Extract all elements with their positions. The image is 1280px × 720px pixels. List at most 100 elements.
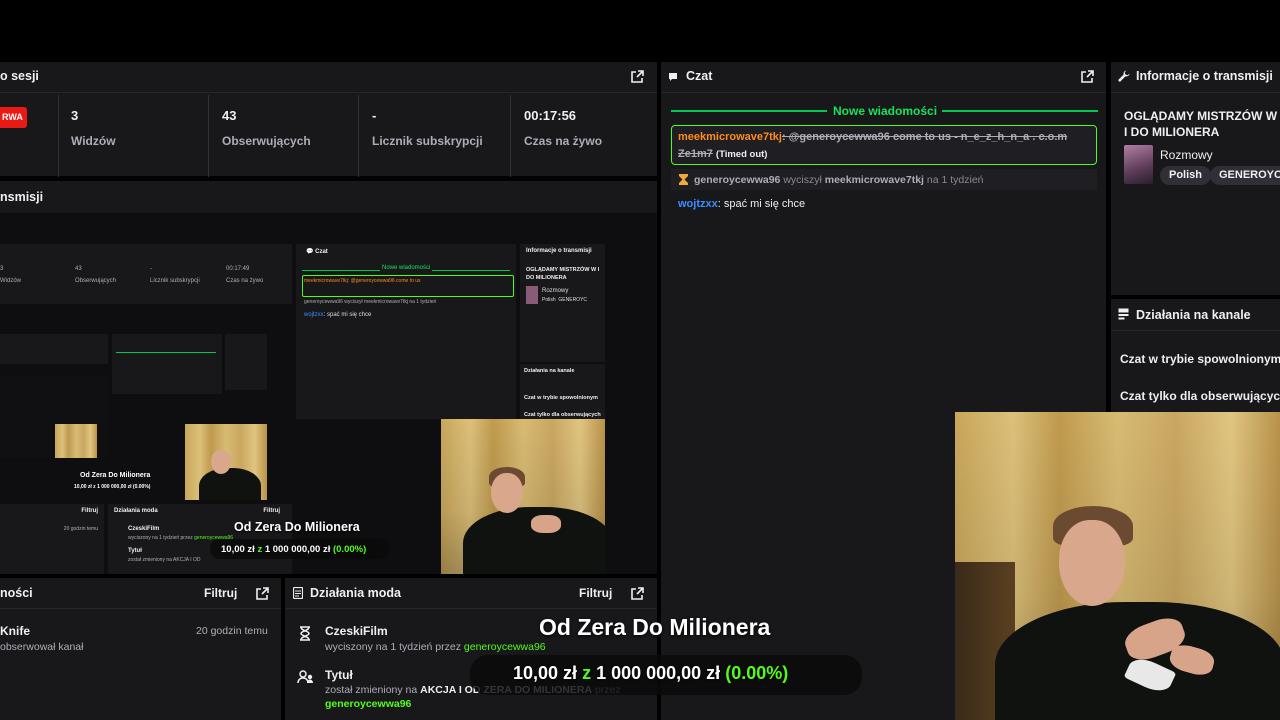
chat-message-text: : @generoycewwa96 come to us - n_e_z_h_n… [781,131,1068,143]
divider [208,95,209,177]
nested-chat-panel: 💬 Czat Nowe wiadomości meekmicrowave7tkj… [296,244,516,419]
nested2-stats [0,334,108,364]
nested-mod-line: generoycewwa96 wyciszył meekmicrowave7tk… [304,299,437,305]
channel-action-item[interactable]: Czat w trybie spowolnionym [1120,352,1280,366]
notifications-panel-title: ności [0,586,33,600]
divider [0,608,281,609]
nested-webcam-small [185,424,267,500]
nested-tags: Polish GENEROYC [542,297,588,303]
nested-preview-video: Od Zera Do Milionera 10,00 zł z 1 000 00… [0,334,292,500]
chat-username[interactable]: wojtzxx [678,198,718,210]
category-name[interactable]: Rozmowy [1160,148,1213,162]
goal-percent: (0.00%) [725,663,789,683]
filter-button[interactable]: Filtruj [204,586,237,600]
session-panel-title: o sesji [0,69,39,83]
stat-label: Obserwujących [222,134,311,148]
stat-label: Widzów [71,134,116,148]
notification-time: 20 godzin temu [196,625,268,637]
new-messages-line [671,110,827,112]
nested2-overlay-amount: 10,00 zł z 1 000 000,00 zł (0.00%) [74,484,151,490]
nested-info-title: Informacje o transmisji [526,248,592,254]
nested2-webcam [55,424,97,458]
mod-item-by[interactable]: generoycewwa96 [325,698,411,710]
mod-item-name: Tytuł [325,668,353,682]
nested-stream-title: OGLĄDAMY MISTRZÓW W I DO MILIONERA [526,267,600,281]
mod-item-desc-text: został zmieniony na [325,684,418,696]
channel-actions-title: Działania na kanale [1136,308,1251,322]
nested-timed-text: meekmicrowave7tkj: @generoycewwa96 come … [304,278,421,284]
preview-video[interactable]: 3 Widzów 43 Obserwujących - Licznik subskry… [0,244,605,574]
popout-icon[interactable] [631,70,644,83]
divider [58,95,59,177]
divider [285,608,657,609]
nested-channel-panel: Działania na kanale Czat w trybie spowol… [520,364,605,419]
nested-stat-time: 00:17:49 Czas na żywo [226,266,264,284]
new-messages-label: Nowe wiadomości [833,104,938,118]
hourglass-icon [299,626,311,644]
goal-separator: z [582,663,592,683]
stat-value: 3 [71,108,79,123]
nested-chat-title: 💬 Czat [306,249,328,255]
divider [0,92,657,93]
chat-title: Czat [686,69,713,83]
mod-event-line: generoycewwa96 wyciszył meekmicrowave7tk… [694,174,984,186]
category-image [1124,145,1153,184]
nested-notifications-panel: Filtruj 20 godzin temu [0,504,104,574]
webcam-video [955,412,1280,720]
mod-item-by[interactable]: generoycewwa96 [464,641,546,653]
mod-actions-title: Działania moda [310,586,401,600]
mod-item-desc: wyciszony na 1 tydzień przez generoyceww… [325,641,546,653]
notification-name: Knife [0,624,30,638]
mod-event-duration: na 1 tydzień [926,174,984,186]
document-icon [292,586,304,602]
tag-polish[interactable]: Polish [1160,166,1212,185]
mod-item-desc-text: wyciszony na 1 tydzień przez [325,641,461,653]
nested-stat: 43 Obserwujących [75,266,117,284]
new-messages-line [942,110,1098,112]
nested-overlay-amount: 10,00 zł z 1 000 000,00 zł (0.00%) [221,544,367,555]
channel-action-item[interactable]: Czat tylko dla obserwujących [1120,389,1280,403]
stat-label: Licznik subskrypcji [372,134,483,148]
stat-value: - [372,108,377,123]
preview-header [0,181,657,213]
divider [661,92,1106,93]
divider [510,95,511,177]
nested-channel-title: Działania na kanale [524,368,575,374]
nested2-preview [0,376,108,458]
timed-out-note: (Timed out) [715,149,768,160]
hourglass-icon [678,173,689,189]
mod-event-action: wyciszył [783,174,822,186]
tag-generoyc[interactable]: GENEROYC [1210,166,1280,185]
nested-stat: - Licznik subskrypcji [150,266,200,284]
timed-out-line-2: Ze1m7 (Timed out) [678,148,767,160]
mod-event-target[interactable]: meekmicrowave7tkj [825,174,924,186]
nested-chat-msg: wojtzxx: spać mi się chce [304,312,372,318]
preview-panel-title: nsmisji [0,190,44,204]
stat-label: Czas na żywo [524,134,603,148]
divider [358,95,359,177]
stream-title: OGLĄDAMY MISTRZÓW W I DO MILIONERA [1124,109,1278,139]
live-badge: RWA [0,107,27,128]
nested-stat: 3 Widzów [0,266,22,284]
wrench-icon [1118,70,1130,85]
chat-username[interactable]: meekmicrowave7tkj [678,131,782,143]
divider [1111,92,1280,93]
nested-overlay-title: Od Zera Do Milionera [234,520,360,534]
goal-title: Od Zera Do Milionera [539,614,771,640]
nested-info-panel: Informacje o transmisji OGLĄDAMY MISTRZÓ… [520,244,605,362]
popout-icon[interactable] [256,587,269,600]
nested2-chat [112,334,222,394]
nested-category: Rozmowy [542,288,569,294]
mod-event-user[interactable]: generoycewwa96 [694,174,780,186]
stream-info-title: Informacje o transmisji [1136,69,1273,83]
mod-item-name: CzeskiFilm [325,624,388,638]
channel-icon [1118,308,1129,323]
notification-desc: obserwował kanał [0,641,84,653]
filter-button[interactable]: Filtruj [579,586,612,600]
popout-icon[interactable] [1081,70,1094,83]
chat-message-text: Ze1m7 [678,148,713,160]
nested2-overlay-title: Od Zera Do Milionera [80,472,151,479]
popout-icon[interactable] [631,587,644,600]
divider [1111,330,1280,331]
nested-webcam [441,419,605,574]
